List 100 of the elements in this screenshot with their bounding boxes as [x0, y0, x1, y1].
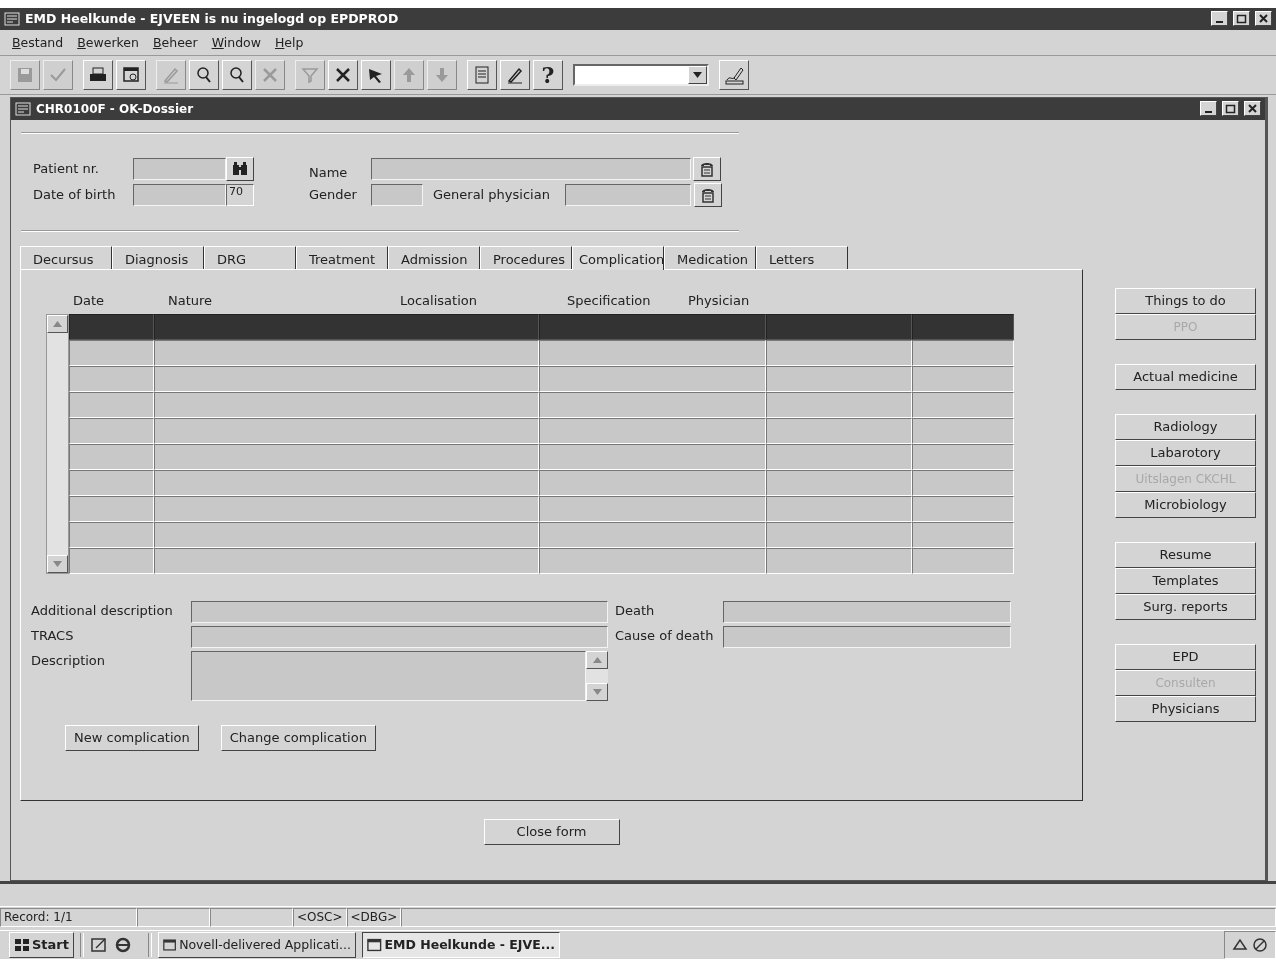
- action-button[interactable]: Change complication: [220, 724, 376, 751]
- tab[interactable]: Complication: [572, 245, 664, 270]
- help-button[interactable]: ?: [533, 59, 563, 90]
- additional-description-field[interactable]: [191, 600, 608, 623]
- table-cell[interactable]: [766, 547, 912, 574]
- side-button[interactable]: Physicians: [1115, 695, 1256, 722]
- table-cell[interactable]: [539, 547, 766, 574]
- table-cell[interactable]: [69, 547, 154, 574]
- start-button[interactable]: Start: [9, 932, 74, 958]
- tab[interactable]: Medication: [664, 245, 756, 269]
- table-cell[interactable]: [766, 391, 912, 418]
- tab[interactable]: Admission: [388, 245, 480, 269]
- close-button[interactable]: [1255, 11, 1272, 27]
- name-field[interactable]: [371, 157, 691, 180]
- table-cell[interactable]: [69, 469, 154, 496]
- general-physician-field[interactable]: [565, 183, 691, 206]
- table-cell[interactable]: [912, 469, 1014, 496]
- close-button[interactable]: [1244, 101, 1261, 116]
- cause-of-death-field[interactable]: [723, 625, 1011, 648]
- table-cell[interactable]: [539, 417, 766, 444]
- table-cell[interactable]: [154, 365, 539, 392]
- search-button[interactable]: [226, 156, 254, 181]
- scrollbar[interactable]: [46, 313, 69, 574]
- death-field[interactable]: [723, 600, 1011, 623]
- phone-button[interactable]: [694, 182, 722, 207]
- action-button[interactable]: New complication: [65, 724, 199, 751]
- menu-item[interactable]: Beheer: [152, 34, 198, 50]
- table-cell[interactable]: [912, 365, 1014, 392]
- side-button[interactable]: Surg. reports: [1115, 593, 1256, 620]
- table-cell[interactable]: [69, 521, 154, 548]
- tab[interactable]: Decursus: [20, 245, 112, 269]
- gender-field[interactable]: [371, 183, 423, 206]
- tracs-field[interactable]: [191, 625, 608, 648]
- tray-icon[interactable]: [1232, 937, 1248, 953]
- dropdown-field[interactable]: [573, 63, 709, 86]
- table-cell[interactable]: [154, 313, 539, 340]
- date-of-birth-field[interactable]: [133, 183, 226, 206]
- table-cell[interactable]: [539, 469, 766, 496]
- table-cell[interactable]: [154, 443, 539, 470]
- restore-button[interactable]: [1233, 11, 1250, 27]
- table-cell[interactable]: [912, 521, 1014, 548]
- table-cell[interactable]: [539, 495, 766, 522]
- browser-icon[interactable]: [114, 936, 132, 954]
- table-cell[interactable]: [766, 521, 912, 548]
- table-cell[interactable]: [69, 443, 154, 470]
- menu-item[interactable]: Bestand: [12, 34, 64, 50]
- tab[interactable]: Treatment: [296, 245, 388, 269]
- table-cell[interactable]: [912, 391, 1014, 418]
- table-cell[interactable]: [154, 391, 539, 418]
- desktop-icon[interactable]: [90, 936, 108, 954]
- table-cell[interactable]: [766, 495, 912, 522]
- patient-number-field[interactable]: [133, 157, 226, 180]
- table-cell[interactable]: [912, 443, 1014, 470]
- scroll-down-button[interactable]: [47, 554, 68, 573]
- table-cell[interactable]: [69, 365, 154, 392]
- phone-button[interactable]: [693, 156, 721, 181]
- table-cell[interactable]: [539, 443, 766, 470]
- tab[interactable]: DRG: [204, 245, 296, 269]
- side-button[interactable]: Templates: [1115, 567, 1256, 594]
- maximize-button[interactable]: [1222, 101, 1239, 116]
- table-cell[interactable]: [154, 495, 539, 522]
- minimize-button[interactable]: [1200, 101, 1217, 116]
- table-cell[interactable]: [766, 417, 912, 444]
- scrollbar[interactable]: [586, 650, 608, 701]
- table-cell[interactable]: [912, 495, 1014, 522]
- menu-item[interactable]: Bewerken: [77, 34, 139, 50]
- table-cell[interactable]: [154, 521, 539, 548]
- close-form-button[interactable]: Close form: [483, 818, 620, 845]
- menu-item[interactable]: Window: [211, 34, 261, 50]
- table-cell[interactable]: [539, 365, 766, 392]
- table-cell[interactable]: [154, 547, 539, 574]
- table-cell[interactable]: [154, 469, 539, 496]
- tab[interactable]: Letters: [756, 245, 848, 269]
- table-cell[interactable]: [154, 417, 539, 444]
- table-cell[interactable]: [766, 365, 912, 392]
- menu-item[interactable]: Help: [274, 34, 304, 50]
- table-cell[interactable]: [154, 339, 539, 366]
- tray-icon[interactable]: [1252, 937, 1268, 953]
- side-button[interactable]: Radiology: [1115, 413, 1256, 440]
- tab[interactable]: Diagnosis: [112, 245, 204, 269]
- table-cell[interactable]: [69, 417, 154, 444]
- table-cell[interactable]: [539, 521, 766, 548]
- side-button[interactable]: Actual medicine: [1115, 363, 1256, 390]
- table-cell[interactable]: [766, 313, 912, 340]
- table-cell[interactable]: [69, 391, 154, 418]
- table-cell[interactable]: [766, 339, 912, 366]
- table-cell[interactable]: [912, 417, 1014, 444]
- table-cell[interactable]: [539, 391, 766, 418]
- table-cell[interactable]: [69, 313, 154, 340]
- table-cell[interactable]: [912, 313, 1014, 340]
- description-field[interactable]: [191, 650, 586, 701]
- table-cell[interactable]: [69, 495, 154, 522]
- table-cell[interactable]: [539, 313, 766, 340]
- side-button[interactable]: Microbiology: [1115, 491, 1256, 518]
- side-button[interactable]: Things to do: [1115, 287, 1256, 314]
- side-button[interactable]: EPD: [1115, 643, 1256, 670]
- table-cell[interactable]: [539, 339, 766, 366]
- tab[interactable]: Procedures: [480, 245, 572, 269]
- taskbar-button[interactable]: Novell-delivered Applicati...: [158, 932, 356, 958]
- taskbar-button[interactable]: EMD Heelkunde - EJVE...: [362, 932, 560, 958]
